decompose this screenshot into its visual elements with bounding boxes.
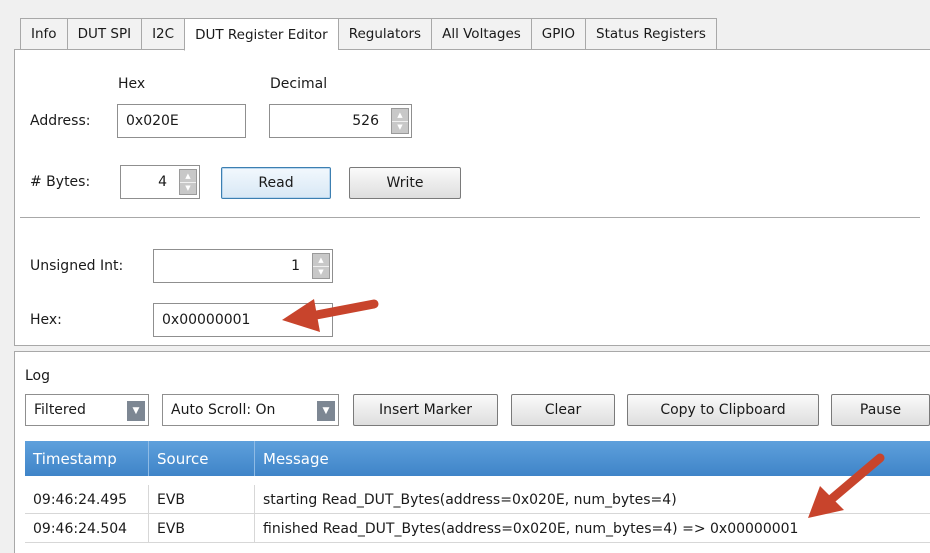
address-hex-input[interactable]: 0x020E: [117, 104, 246, 138]
bytes-label: # Bytes:: [30, 174, 91, 190]
annotation-arrow-icon: [282, 299, 379, 332]
filter-value: Filtered: [34, 402, 86, 418]
source-cell: EVB: [149, 514, 255, 543]
address-decimal-stepper[interactable]: 526 ▲ ▼: [269, 104, 412, 138]
annotation-arrow-icon: [808, 453, 885, 518]
spin-up-icon[interactable]: ▲: [392, 109, 408, 122]
timestamp-cell: 09:46:24.504: [25, 514, 149, 543]
tab-info[interactable]: Info: [20, 18, 67, 50]
log-title: Log: [25, 368, 51, 384]
chevron-down-icon[interactable]: ▼: [317, 401, 335, 421]
unsigned-int-stepper[interactable]: 1 ▲ ▼: [153, 249, 333, 283]
address-decimal-value: 526: [352, 113, 379, 129]
tab-regulators[interactable]: Regulators: [337, 18, 432, 50]
pause-button[interactable]: Pause: [831, 394, 930, 426]
section-divider: [20, 217, 920, 218]
spin-up-icon[interactable]: ▲: [313, 254, 329, 267]
log-grid-header: Timestamp Source Message: [25, 441, 930, 476]
read-button[interactable]: Read: [221, 167, 331, 199]
insert-marker-button[interactable]: Insert Marker: [353, 394, 498, 426]
hex-label: Hex:: [30, 312, 62, 328]
filter-dropdown[interactable]: Filtered ▼: [25, 394, 149, 426]
spin-down-icon[interactable]: ▼: [392, 122, 408, 134]
tab-strip: Info DUT SPI I2C DUT Register Editor Reg…: [20, 18, 717, 51]
table-row[interactable]: 09:46:24.504 EVB finished Read_DUT_Bytes…: [25, 514, 930, 543]
write-button[interactable]: Write: [349, 167, 461, 199]
source-cell: EVB: [149, 485, 255, 514]
spin-down-icon[interactable]: ▼: [313, 267, 329, 279]
autoscroll-dropdown[interactable]: Auto Scroll: On ▼: [162, 394, 339, 426]
spin-up-icon[interactable]: ▲: [180, 170, 196, 183]
decimal-column-header: Decimal: [270, 76, 328, 92]
bytes-stepper[interactable]: 4 ▲ ▼: [120, 165, 200, 199]
tab-dut-register-editor[interactable]: DUT Register Editor: [184, 18, 338, 51]
unsigned-int-value: 1: [291, 258, 300, 274]
unsigned-int-label: Unsigned Int:: [30, 258, 124, 274]
spin-buttons[interactable]: ▲ ▼: [391, 108, 409, 134]
address-label: Address:: [30, 113, 91, 129]
spin-buttons[interactable]: ▲ ▼: [312, 253, 330, 279]
tab-all-voltages[interactable]: All Voltages: [431, 18, 531, 50]
copy-to-clipboard-button[interactable]: Copy to Clipboard: [627, 394, 819, 426]
tab-gpio[interactable]: GPIO: [530, 18, 586, 50]
tab-i2c[interactable]: I2C: [141, 18, 185, 50]
tab-status-registers[interactable]: Status Registers: [585, 18, 717, 50]
bytes-value: 4: [158, 174, 167, 190]
table-row[interactable]: 09:46:24.495 EVB starting Read_DUT_Bytes…: [25, 485, 930, 514]
timestamp-cell: 09:46:24.495: [25, 485, 149, 514]
autoscroll-value: Auto Scroll: On: [171, 402, 276, 418]
address-hex-value: 0x020E: [126, 113, 179, 129]
spin-down-icon[interactable]: ▼: [180, 183, 196, 195]
column-header-source[interactable]: Source: [149, 441, 255, 476]
hex-column-header: Hex: [118, 76, 146, 92]
chevron-down-icon[interactable]: ▼: [127, 401, 145, 421]
tab-dut-spi[interactable]: DUT SPI: [66, 18, 142, 50]
hex-value-text: 0x00000001: [162, 312, 251, 328]
column-header-timestamp[interactable]: Timestamp: [25, 441, 149, 476]
spin-buttons[interactable]: ▲ ▼: [179, 169, 197, 195]
clear-button[interactable]: Clear: [511, 394, 615, 426]
